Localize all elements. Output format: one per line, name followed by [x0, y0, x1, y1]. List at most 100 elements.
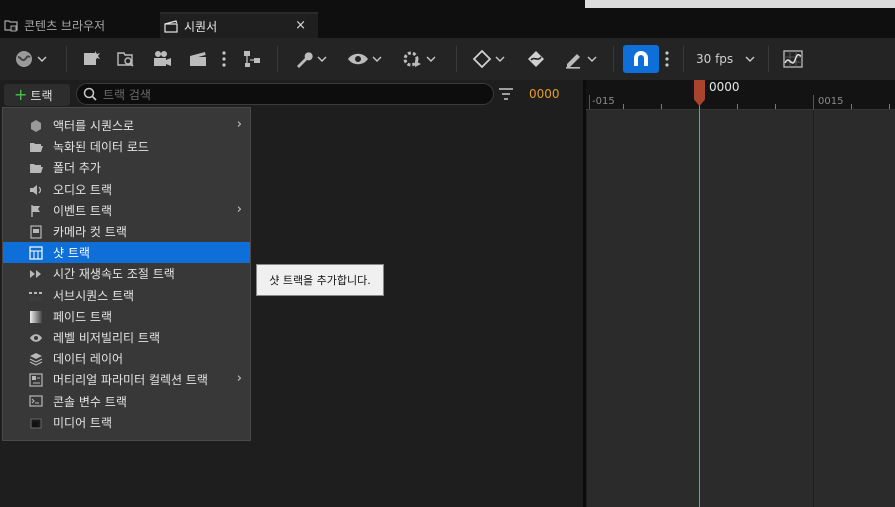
keyframe-button[interactable] [468, 45, 508, 73]
menu-item[interactable]: 미디어 트랙 [3, 412, 250, 433]
camera-add-icon [154, 51, 171, 66]
toolbar-separator [456, 46, 457, 72]
time-dilation-icon [29, 267, 43, 281]
more-options-button[interactable] [218, 45, 230, 73]
timeline-area[interactable]: -015 0015 0000 [586, 80, 895, 507]
fade-icon [29, 310, 43, 324]
menu-item[interactable]: 머티리얼 파라미터 컬렉션 트랙 › [3, 369, 250, 390]
chevron-right-icon: › [236, 371, 242, 387]
tab-label: 시퀀서 [184, 19, 218, 34]
chevron-down-icon [372, 56, 381, 62]
key-interp-icon [528, 51, 544, 67]
material-icon [29, 373, 43, 387]
toolbar-separator [66, 46, 67, 72]
menu-item[interactable]: 오디오 트랙 [3, 179, 250, 200]
menu-item-label: 샷 트랙 [53, 246, 90, 261]
ruler-label: -015 [592, 96, 615, 107]
toolbar-separator [683, 46, 684, 72]
curve-editor-button[interactable] [780, 45, 806, 73]
chevron-down-icon [495, 56, 504, 62]
time-ruler[interactable]: -015 0015 [586, 80, 895, 110]
track-search-input[interactable]: 트랙 검색 [76, 83, 494, 105]
tab-content-browser[interactable]: 콘텐츠 브라우저 [0, 12, 150, 38]
menu-item[interactable]: 레벨 비저빌리티 트랙 [3, 327, 250, 348]
menu-item[interactable]: 콘솔 변수 트랙 [3, 390, 250, 411]
menu-item-label: 이벤트 트랙 [53, 203, 113, 218]
menu-item[interactable]: 녹화된 데이터 로드 [3, 136, 250, 157]
grid-line [586, 111, 587, 507]
tab-label: 콘텐츠 브라우저 [24, 18, 106, 33]
speaker-icon [29, 183, 43, 197]
filter-button[interactable] [498, 86, 514, 102]
folder-icon [4, 18, 18, 32]
layers-icon [29, 352, 43, 366]
menu-item[interactable]: 액터를 시퀀스로 › [3, 115, 250, 136]
menu-item-label: 녹화된 데이터 로드 [53, 140, 149, 155]
snap-toggle-button[interactable] [623, 45, 659, 73]
ruler-tick [589, 95, 590, 109]
camera-cut-icon [29, 225, 43, 239]
current-frame[interactable]: 0000 [529, 87, 560, 101]
world-button[interactable] [10, 45, 50, 73]
snap-options-button[interactable] [662, 45, 672, 73]
search-placeholder: 트랙 검색 [103, 87, 151, 102]
menu-item[interactable]: 시간 재생속도 조절 트랙 [3, 263, 250, 284]
menu-item-label: 시간 재생속도 조절 트랙 [53, 267, 175, 282]
menu-item[interactable]: 카메라 컷 트랙 [3, 221, 250, 242]
subsequence-icon [29, 289, 43, 303]
chevron-down-icon [587, 56, 596, 62]
tools-button[interactable] [290, 45, 330, 73]
toolbar-separator [277, 46, 278, 72]
actor-options-icon [244, 51, 260, 67]
key-interp-button[interactable] [522, 45, 550, 73]
filter-icon [499, 88, 513, 100]
menu-item-label: 액터를 시퀀스로 [53, 119, 135, 134]
fps-value: 30 fps [696, 52, 734, 66]
eye-icon [29, 331, 43, 345]
ruler-tick [813, 95, 814, 109]
menu-item-label: 폴더 추가 [53, 161, 101, 176]
more-icon [665, 51, 669, 67]
edit-pen-button[interactable] [560, 45, 600, 73]
track-area[interactable] [586, 111, 895, 507]
find-asset-icon [117, 52, 134, 67]
render-movie-button[interactable] [186, 45, 210, 73]
menu-item[interactable]: 서브시퀀스 트랙 [3, 285, 250, 306]
more-icon [222, 51, 226, 67]
menu-item[interactable]: 이벤트 트랙 › [3, 200, 250, 221]
world-icon [15, 51, 32, 67]
view-options-button[interactable] [344, 45, 384, 73]
eye-icon [347, 53, 368, 65]
viewport-strip [585, 0, 895, 8]
menu-item-label: 오디오 트랙 [53, 182, 113, 197]
sequencer-toolbar: 30 fps [0, 38, 895, 80]
menu-item[interactable]: 샷 트랙 [3, 242, 250, 264]
chevron-right-icon: › [236, 117, 242, 132]
ruler-label: 0015 [818, 96, 844, 107]
menu-item[interactable]: 페이드 트랙 [3, 306, 250, 327]
actor-options-button[interactable] [240, 45, 266, 73]
wrench-icon [296, 52, 313, 68]
find-asset-button[interactable] [114, 45, 138, 73]
folder-open-icon [29, 140, 43, 154]
playback-options-icon [403, 51, 421, 67]
close-icon[interactable]: × [295, 18, 306, 33]
console-icon [29, 394, 43, 408]
search-icon [83, 87, 97, 101]
tab-sequencer[interactable]: 시퀀서 × [160, 12, 318, 38]
grid-line [813, 111, 814, 507]
save-sequence-button[interactable] [80, 45, 104, 73]
fps-dropdown[interactable]: 30 fps [690, 45, 755, 73]
menu-item-label: 데이터 레이어 [53, 352, 124, 367]
plus-icon: + [14, 85, 28, 104]
chevron-right-icon: › [236, 201, 242, 217]
menu-item[interactable]: 폴더 추가 [3, 157, 250, 178]
playback-options-button[interactable] [398, 45, 438, 73]
chevron-down-icon [745, 56, 755, 62]
toolbar-separator [768, 46, 769, 72]
add-track-label: 트랙 [30, 88, 53, 103]
camera-add-button[interactable] [150, 45, 174, 73]
menu-item[interactable]: 데이터 레이어 [3, 348, 250, 369]
shot-icon [29, 246, 43, 260]
add-track-button[interactable]: + 트랙 [4, 84, 70, 106]
